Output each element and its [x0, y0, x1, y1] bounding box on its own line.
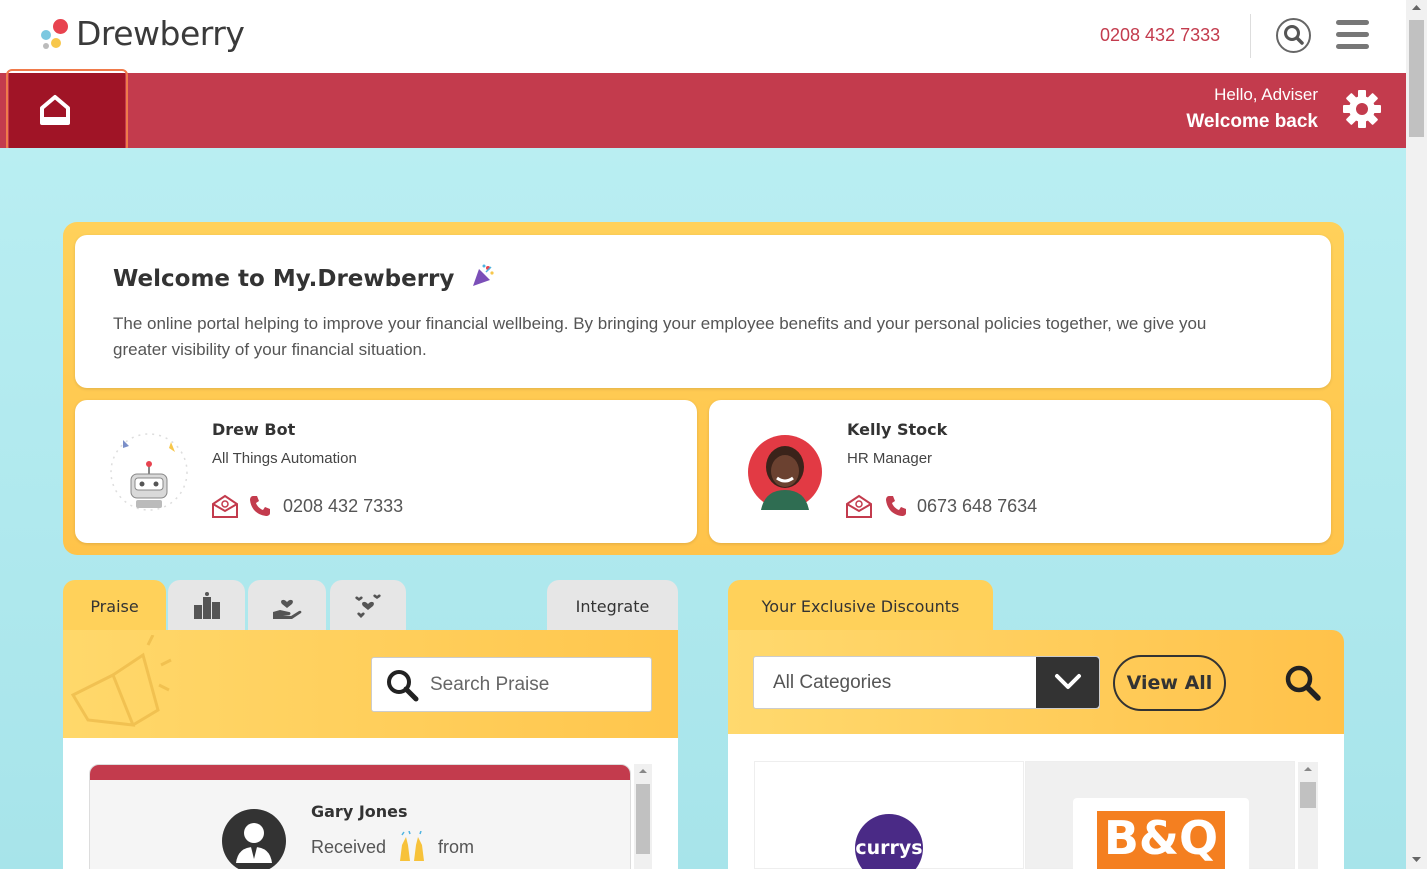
kelly-avatar	[748, 435, 822, 510]
header-phone-link[interactable]: 0208 432 7333	[1100, 25, 1220, 46]
praise-search-input[interactable]: Search Praise	[371, 657, 652, 712]
brand-name: Drewberry	[76, 14, 245, 53]
contact-phone[interactable]: 0673 648 7634	[917, 496, 1037, 517]
tab-giving[interactable]	[248, 580, 326, 632]
bq-logo: B&Q	[1097, 811, 1225, 869]
phone-icon[interactable]	[247, 494, 273, 518]
praise-scrollbar[interactable]	[634, 764, 652, 869]
discount-search-icon[interactable]	[1284, 664, 1322, 702]
praise-card[interactable]: Gary Jones Received from	[89, 764, 631, 869]
view-all-button[interactable]: View All	[1113, 655, 1226, 711]
category-select-value: All Categories	[773, 672, 892, 693]
podium-icon	[193, 592, 220, 619]
tab-integrate[interactable]: Integrate	[547, 580, 678, 632]
robot-avatar-icon	[110, 433, 188, 511]
logo-dots-icon	[38, 17, 72, 51]
phone-icon[interactable]	[883, 494, 909, 518]
contact-phone[interactable]: 0208 432 7333	[283, 496, 403, 517]
welcome-title: Welcome to My.Drewberry	[113, 263, 496, 292]
header-divider	[1250, 14, 1251, 58]
welcome-description: The online portal helping to improve you…	[113, 314, 1207, 359]
contact-name: Drew Bot	[212, 420, 296, 439]
discounts-scrollbar[interactable]	[1298, 762, 1318, 869]
email-icon[interactable]	[846, 494, 872, 518]
discount-card-currys[interactable]: currys	[754, 761, 1024, 869]
discount-card-bq[interactable]: B&Q	[1025, 761, 1295, 869]
menu-hamburger-icon[interactable]	[1336, 20, 1369, 50]
contact-name: Kelly Stock	[847, 420, 948, 439]
contact-role: HR Manager	[847, 450, 933, 467]
currys-logo: currys	[855, 814, 923, 869]
page-scrollbar-thumb[interactable]	[1409, 20, 1424, 137]
welcome-back-text: Welcome back	[1186, 111, 1318, 132]
contact-role: All Things Automation	[212, 450, 357, 467]
brand-logo[interactable]: Drewberry	[38, 14, 245, 53]
search-placeholder: Search Praise	[430, 674, 550, 695]
from-label: from	[438, 836, 475, 857]
user-avatar	[222, 809, 286, 869]
top-header: Drewberry 0208 432 7333	[0, 0, 1406, 73]
chevron-down-icon[interactable]	[1036, 657, 1099, 708]
raised-hands-icon	[400, 831, 425, 861]
contact-card-drew-bot: Drew Bot All Things Automation 0208 432 …	[75, 400, 697, 543]
header-search-icon[interactable]	[1276, 18, 1311, 53]
category-select[interactable]: All Categories	[753, 656, 1100, 709]
praise-received-line: Received from	[311, 831, 474, 863]
tab-exclusive-discounts[interactable]: Your Exclusive Discounts	[728, 580, 993, 632]
email-icon[interactable]	[212, 494, 238, 518]
search-icon	[387, 670, 419, 702]
home-button-focus-ring	[6, 69, 128, 153]
party-popper-icon	[473, 264, 494, 286]
greeting-text: Hello, Adviser	[1214, 85, 1318, 104]
tab-appreciation[interactable]	[330, 580, 406, 632]
praise-recipient-name: Gary Jones	[311, 802, 408, 821]
settings-gear-icon[interactable]	[1342, 89, 1382, 129]
received-label: Received	[311, 836, 387, 857]
hearts-icon	[355, 594, 381, 618]
tab-leaderboard[interactable]	[168, 580, 245, 632]
hand-heart-icon	[273, 599, 302, 619]
megaphone-icon	[70, 635, 172, 727]
contact-card-kelly-stock: Kelly Stock HR Manager 0673 648 7634	[709, 400, 1331, 543]
tab-praise[interactable]: Praise	[63, 580, 166, 632]
